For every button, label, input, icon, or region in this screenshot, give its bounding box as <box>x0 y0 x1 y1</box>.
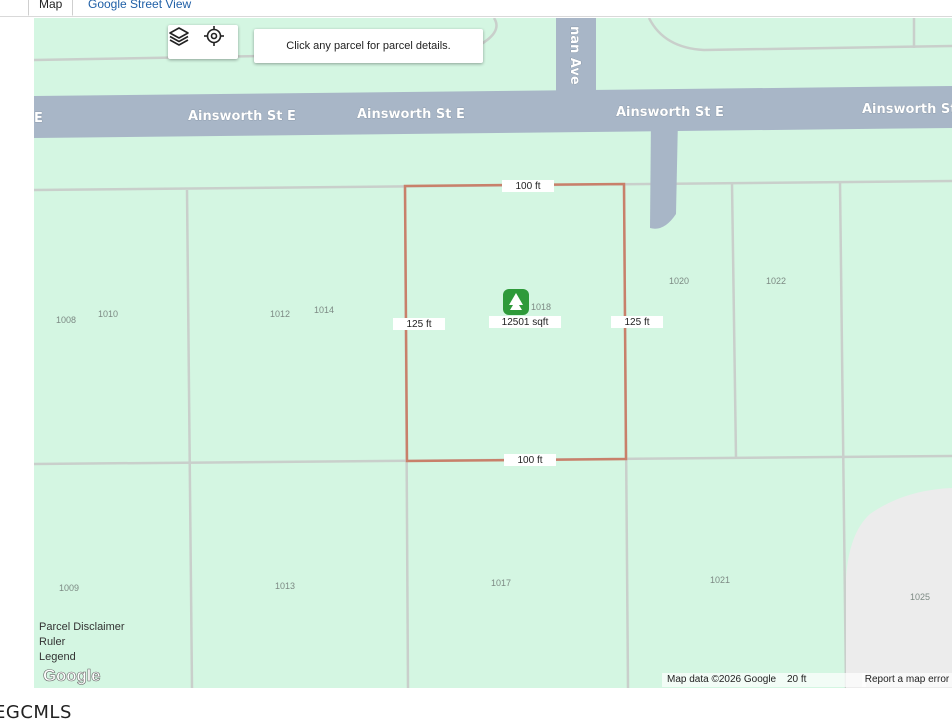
parcel-number-subject: 1018 <box>531 302 551 312</box>
road-label-ainsworth-2: Ainsworth St E <box>357 107 465 122</box>
dim-right-label: 125 ft <box>624 317 649 328</box>
crosshair-icon <box>204 26 224 46</box>
parcel-number: 1014 <box>314 305 334 315</box>
parcel-dimensions: 100 ft 100 ft 125 ft 125 ft 12501 sqft <box>393 180 663 466</box>
dim-left-label: 125 ft <box>406 319 431 330</box>
parcel-hint: Click any parcel for parcel details. <box>254 29 483 63</box>
parcel-number: 1017 <box>491 578 511 588</box>
map-attribution: Map data ©2026 Google 20 ft Report a map… <box>662 673 952 687</box>
dim-top-label: 100 ft <box>515 181 540 192</box>
map-controls <box>168 25 238 59</box>
parcel-number: 1008 <box>56 315 76 325</box>
parcel-number: 1021 <box>710 575 730 585</box>
map-canvas[interactable]: E Ainsworth St E Ainsworth St E Ainswort… <box>34 18 952 688</box>
parcel-number: 1020 <box>669 276 689 286</box>
parcel-number: 1025 <box>910 592 930 602</box>
parcel-pin-icon[interactable] <box>503 289 529 315</box>
google-logo: Google <box>43 666 101 686</box>
tab-map[interactable]: Map <box>28 0 74 16</box>
road-label-ainsworth-1: Ainsworth St E <box>188 109 296 124</box>
road-label-ainsworth-3: Ainsworth St E <box>616 105 724 120</box>
road-label-ainsworth-0: E <box>34 111 43 126</box>
scale-label: 20 ft <box>787 674 807 685</box>
gray-area <box>846 488 952 688</box>
map-data-text: Map data ©2026 Google <box>667 674 777 685</box>
layers-button[interactable] <box>168 25 203 59</box>
road-label-ainsworth-4: Ainsworth St <box>862 102 952 117</box>
parcel-number: 1009 <box>59 583 79 593</box>
locate-button[interactable] <box>203 25 238 59</box>
map-layer: E Ainsworth St E Ainsworth St E Ainswort… <box>34 18 952 688</box>
legend-link[interactable]: Legend <box>39 650 125 665</box>
dim-bottom-label: 100 ft <box>517 455 542 466</box>
tab-bar: Map Google Street View <box>0 0 952 17</box>
road-label-ave: nan Ave <box>567 26 582 85</box>
map-left-links: Parcel Disclaimer Ruler Legend <box>39 620 125 665</box>
parcel-number: 1012 <box>270 309 290 319</box>
tab-street-view[interactable]: Google Street View <box>78 0 201 16</box>
ruler-link[interactable]: Ruler <box>39 635 125 650</box>
layers-icon <box>169 27 189 46</box>
parcel-disclaimer-link[interactable]: Parcel Disclaimer <box>39 620 125 635</box>
parcel-number: 1022 <box>766 276 786 286</box>
parcel-number: 1010 <box>98 309 118 319</box>
report-map-error-link[interactable]: Report a map error <box>862 673 952 687</box>
parcel-number: 1013 <box>275 581 295 591</box>
parcel-area-label: 12501 sqft <box>502 317 549 328</box>
